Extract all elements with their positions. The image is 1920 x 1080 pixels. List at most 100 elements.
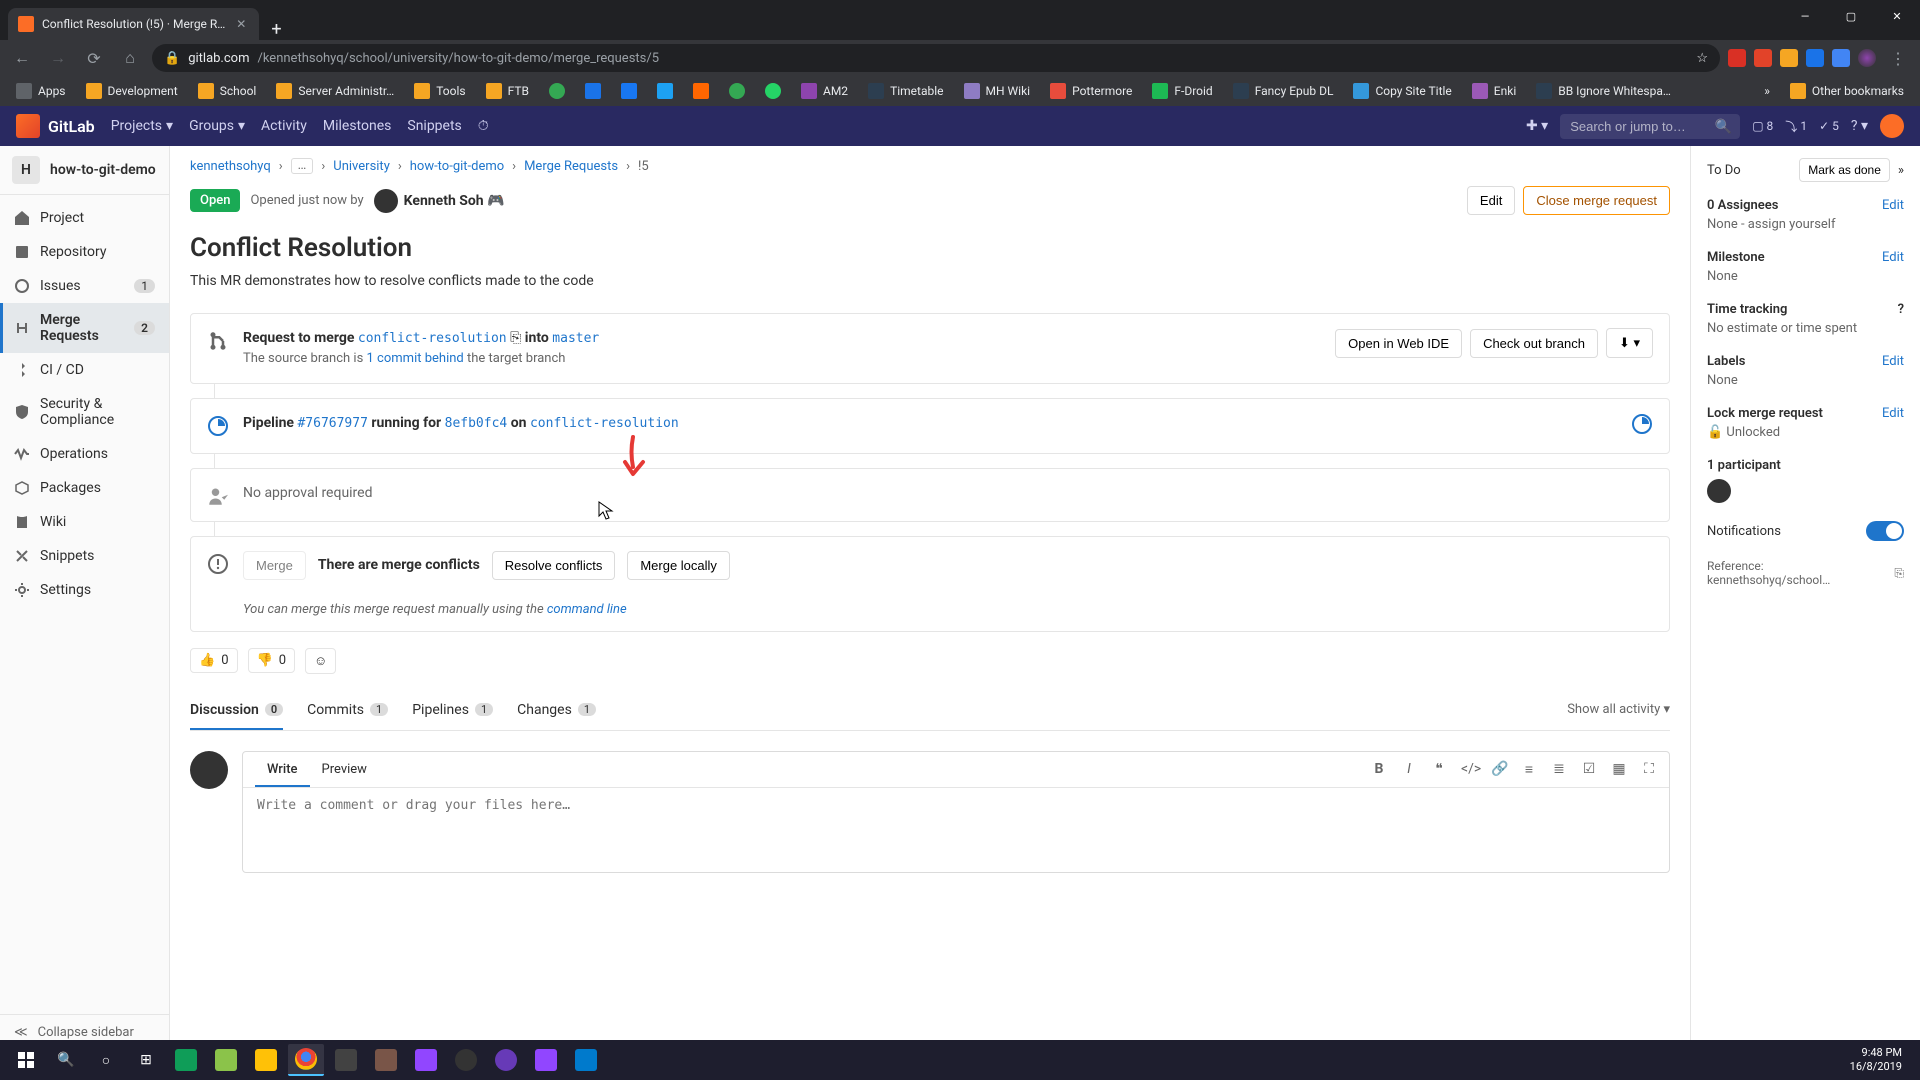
extension-icon[interactable] bbox=[1780, 49, 1798, 67]
sidebar-item-security[interactable]: Security & Compliance bbox=[0, 387, 169, 437]
comment-input[interactable] bbox=[243, 788, 1669, 868]
issues-count[interactable]: ▢8 bbox=[1752, 119, 1773, 133]
close-mr-button[interactable]: Close merge request bbox=[1523, 186, 1670, 215]
tab-discussion[interactable]: Discussion0 bbox=[190, 690, 283, 730]
bookmark-item[interactable]: Pottermore bbox=[1042, 81, 1140, 101]
collapse-right-icon[interactable]: » bbox=[1898, 163, 1904, 178]
taskbar-app[interactable] bbox=[368, 1044, 404, 1076]
user-avatar[interactable] bbox=[1880, 114, 1904, 138]
bookmark-item[interactable]: BB Ignore Whitespa… bbox=[1528, 81, 1679, 101]
source-branch[interactable]: conflict-resolution bbox=[358, 331, 507, 346]
edit-milestone[interactable]: Edit bbox=[1882, 250, 1904, 265]
project-header[interactable]: H how-to-git-demo bbox=[0, 146, 169, 195]
taskbar-app[interactable] bbox=[528, 1044, 564, 1076]
italic-icon[interactable]: I bbox=[1401, 761, 1417, 778]
bookmark-item[interactable] bbox=[721, 81, 753, 101]
sidebar-item-packages[interactable]: Packages bbox=[0, 471, 169, 505]
other-bookmarks-button[interactable]: Other bookmarks bbox=[1782, 81, 1912, 101]
sidebar-item-operations[interactable]: Operations bbox=[0, 437, 169, 471]
bookmark-item[interactable] bbox=[649, 81, 681, 101]
taskbar-app[interactable] bbox=[488, 1044, 524, 1076]
breadcrumb-item[interactable]: University bbox=[333, 159, 390, 174]
resolve-conflicts-button[interactable]: Resolve conflicts bbox=[492, 551, 616, 580]
tab-changes[interactable]: Changes1 bbox=[517, 690, 596, 730]
taskbar-app[interactable] bbox=[328, 1044, 364, 1076]
browser-menu-icon[interactable]: ⋮ bbox=[1884, 44, 1912, 72]
notifications-toggle[interactable] bbox=[1866, 521, 1904, 541]
sidebar-item-repository[interactable]: Repository bbox=[0, 235, 169, 269]
bookmark-item[interactable] bbox=[757, 81, 789, 101]
commit-link[interactable]: 8efb0fc4 bbox=[445, 416, 508, 431]
tab-pipelines[interactable]: Pipelines1 bbox=[412, 690, 493, 730]
branch-link[interactable]: conflict-resolution bbox=[530, 416, 679, 431]
bookmark-item[interactable]: AM2 bbox=[793, 81, 856, 101]
bookmark-item[interactable]: Fancy Epub DL bbox=[1225, 81, 1342, 101]
taskbar-app[interactable] bbox=[448, 1044, 484, 1076]
sidebar-item-project[interactable]: Project bbox=[0, 201, 169, 235]
copy-reference-icon[interactable]: ⎘ bbox=[1894, 566, 1904, 581]
maximize-button[interactable]: ▢ bbox=[1828, 0, 1874, 32]
open-web-ide-button[interactable]: Open in Web IDE bbox=[1335, 329, 1462, 358]
new-tab-button[interactable]: + bbox=[259, 19, 293, 40]
task-icon[interactable]: ☑ bbox=[1581, 761, 1597, 778]
bookmark-item[interactable] bbox=[685, 81, 717, 101]
nav-activity[interactable]: Activity bbox=[261, 118, 307, 134]
home-button[interactable]: ⌂ bbox=[116, 44, 144, 72]
url-field[interactable]: 🔒 gitlab.com/kennethsohyq/school/univers… bbox=[152, 44, 1720, 72]
breadcrumb-item[interactable]: kennethsohyq bbox=[190, 159, 271, 174]
bookmark-item[interactable]: School bbox=[190, 81, 265, 101]
write-tab[interactable]: Write bbox=[255, 752, 310, 787]
sidebar-item-settings[interactable]: Settings bbox=[0, 573, 169, 607]
sidebar-item-wiki[interactable]: Wiki bbox=[0, 505, 169, 539]
bookmark-item[interactable] bbox=[613, 81, 645, 101]
plus-dropdown[interactable]: ✚ ▾ bbox=[1526, 118, 1548, 134]
thumbs-up-button[interactable]: 👍 0 bbox=[190, 648, 238, 673]
merge-locally-button[interactable]: Merge locally bbox=[627, 551, 730, 580]
forward-button[interactable]: → bbox=[44, 44, 72, 72]
edit-labels[interactable]: Edit bbox=[1882, 354, 1904, 369]
tab-commits[interactable]: Commits1 bbox=[307, 690, 388, 730]
taskbar-app[interactable] bbox=[208, 1044, 244, 1076]
edit-button[interactable]: Edit bbox=[1467, 186, 1515, 215]
bookmark-item[interactable]: Enki bbox=[1464, 81, 1524, 101]
bookmark-item[interactable] bbox=[577, 81, 609, 101]
reload-button[interactable]: ⟳ bbox=[80, 44, 108, 72]
nav-projects[interactable]: Projects ▾ bbox=[111, 118, 173, 134]
help-icon[interactable]: ? bbox=[1898, 302, 1904, 317]
bookmark-item[interactable]: Copy Site Title bbox=[1345, 81, 1459, 101]
taskbar-app[interactable] bbox=[568, 1044, 604, 1076]
copy-icon[interactable]: ⎘ bbox=[510, 330, 521, 346]
mrs-count[interactable]: ⤵1 bbox=[1785, 118, 1807, 135]
back-button[interactable]: ← bbox=[8, 44, 36, 72]
star-icon[interactable]: ☆ bbox=[1696, 51, 1708, 66]
ol-icon[interactable]: ≣ bbox=[1551, 761, 1567, 778]
sidebar-item-merge-requests[interactable]: Merge Requests2 bbox=[0, 303, 169, 353]
assign-yourself-link[interactable]: None - assign yourself bbox=[1707, 217, 1904, 232]
browser-tab[interactable]: Conflict Resolution (!5) · Merge R… ✕ bbox=[8, 8, 259, 40]
start-button[interactable] bbox=[8, 1044, 44, 1076]
sidebar-item-snippets[interactable]: Snippets bbox=[0, 539, 169, 573]
taskbar-app[interactable] bbox=[408, 1044, 444, 1076]
code-icon[interactable]: </> bbox=[1461, 761, 1477, 778]
extension-icon[interactable] bbox=[1728, 49, 1746, 67]
add-reaction-button[interactable]: ☺ bbox=[305, 648, 336, 674]
sidebar-item-issues[interactable]: Issues1 bbox=[0, 269, 169, 303]
commits-behind-link[interactable]: 1 commit behind bbox=[367, 351, 464, 366]
extension-icon[interactable] bbox=[1754, 49, 1772, 67]
nav-groups[interactable]: Groups ▾ bbox=[189, 118, 245, 134]
extension-icon[interactable] bbox=[1806, 49, 1824, 67]
cortana-button[interactable]: ○ bbox=[88, 1044, 124, 1076]
table-icon[interactable]: ▦ bbox=[1611, 761, 1627, 778]
gitlab-logo[interactable]: GitLab bbox=[16, 114, 95, 138]
checkout-button[interactable]: Check out branch bbox=[1470, 329, 1598, 358]
sidebar-item-cicd[interactable]: CI / CD bbox=[0, 353, 169, 387]
bold-icon[interactable]: B bbox=[1371, 761, 1387, 778]
breadcrumb-item[interactable]: how-to-git-demo bbox=[410, 159, 504, 174]
activity-filter[interactable]: Show all activity ▾ bbox=[1567, 690, 1670, 729]
bookmark-item[interactable]: Tools bbox=[406, 81, 473, 101]
todos-count[interactable]: ✓5 bbox=[1819, 119, 1839, 133]
quote-icon[interactable]: ❝ bbox=[1431, 761, 1447, 778]
close-window-button[interactable]: ✕ bbox=[1874, 0, 1920, 32]
bookmark-item[interactable]: Server Administr… bbox=[268, 81, 402, 101]
taskbar-app[interactable] bbox=[248, 1044, 284, 1076]
